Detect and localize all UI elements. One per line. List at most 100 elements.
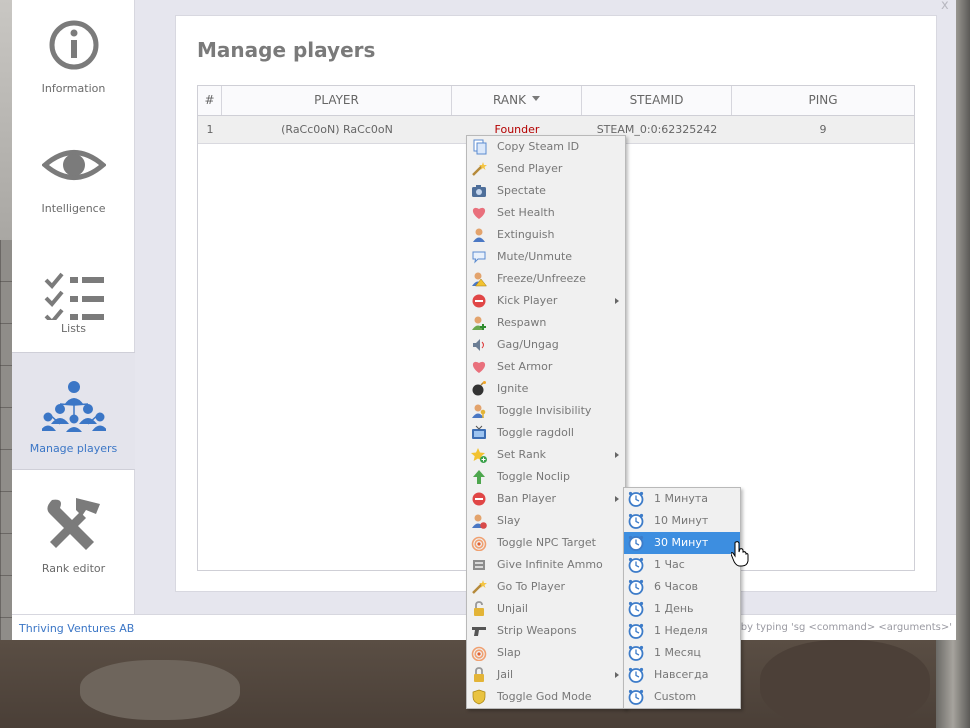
sidebar-item-label: Manage players — [29, 442, 118, 455]
clock-icon — [628, 535, 644, 551]
menu-item-label: 10 Минут — [654, 514, 709, 527]
sidebar-item-rank-editor[interactable]: Rank editor — [12, 472, 135, 590]
ban-duration-item[interactable]: 30 Минут — [624, 532, 740, 554]
context-menu-item[interactable]: Slap — [467, 642, 625, 664]
rss-icon — [471, 646, 487, 661]
context-menu-item[interactable]: Freeze/Unfreeze — [467, 268, 625, 290]
column-header-steamid[interactable]: STEAMID — [582, 86, 732, 115]
context-menu-item[interactable]: Go To Player — [467, 576, 625, 598]
sidebar-item-information[interactable]: Information — [12, 0, 135, 118]
context-menu-item[interactable]: Kick Player — [467, 290, 625, 312]
context-menu-item[interactable]: Toggle Noclip — [467, 466, 625, 488]
sidebar-item-lists[interactable]: Lists — [12, 236, 135, 354]
context-menu-item[interactable]: Extinguish — [467, 224, 625, 246]
heart-icon — [472, 207, 486, 219]
menu-item-label: 1 Час — [654, 558, 685, 571]
context-menu-item[interactable]: Jail — [467, 664, 625, 686]
context-menu-item[interactable]: Toggle NPC Target — [467, 532, 625, 554]
speaker-icon — [473, 339, 484, 351]
menu-item-label: Gag/Ungag — [497, 338, 559, 351]
context-menu-item[interactable]: Gag/Ungag — [467, 334, 625, 356]
context-menu-item[interactable]: Copy Steam ID — [467, 136, 625, 158]
column-header-label: PING — [808, 93, 838, 107]
context-menu-item[interactable]: Mute/Unmute — [467, 246, 625, 268]
menu-item-label: Toggle Noclip — [497, 470, 570, 483]
menu-item-label: Copy Steam ID — [497, 140, 580, 153]
background-rubble — [80, 660, 240, 720]
ban-duration-item[interactable]: Custom — [624, 686, 740, 708]
column-header-number[interactable]: # — [198, 86, 222, 115]
copy-icon — [473, 139, 487, 155]
ban-duration-item[interactable]: 1 День — [624, 598, 740, 620]
column-header-label: STEAMID — [629, 93, 684, 107]
context-menu-item[interactable]: Give Infinite Ammo — [467, 554, 625, 576]
column-header-rank[interactable]: RANK — [452, 86, 582, 115]
wand-icon — [472, 580, 487, 594]
clock-icon — [628, 623, 644, 639]
ban-duration-item[interactable]: 6 Часов — [624, 576, 740, 598]
context-menu-item[interactable]: Toggle ragdoll — [467, 422, 625, 444]
sidebar: Information Intelligence Lists Manage pl… — [12, 0, 135, 614]
ban-duration-item[interactable]: 10 Минут — [624, 510, 740, 532]
context-menu-item[interactable]: Respawn — [467, 312, 625, 334]
clock-icon — [628, 579, 644, 595]
page-title: Manage players — [197, 38, 376, 62]
rss-icon — [471, 536, 487, 551]
shield-icon — [472, 689, 486, 705]
ban-duration-item[interactable]: Навсегда — [624, 664, 740, 686]
sidebar-item-label: Intelligence — [41, 202, 106, 215]
sidebar-item-label: Information — [41, 82, 106, 95]
context-menu-item[interactable]: Unjail — [467, 598, 625, 620]
user-icon — [473, 228, 485, 242]
ban-duration-item[interactable]: 1 Неделя — [624, 620, 740, 642]
context-menu-item[interactable]: Spectate — [467, 180, 625, 202]
context-menu-item[interactable]: Ignite — [467, 378, 625, 400]
menu-item-label: Set Health — [497, 206, 555, 219]
user-delete-icon — [472, 514, 487, 529]
sidebar-item-intelligence[interactable]: Intelligence — [12, 118, 135, 236]
menu-item-label: Custom — [654, 690, 697, 703]
ban-duration-item[interactable]: 1 Месяц — [624, 642, 740, 664]
column-header-label: RANK — [493, 93, 526, 107]
close-button[interactable]: x — [941, 0, 949, 13]
menu-item-label: Unjail — [497, 602, 528, 615]
context-menu-item[interactable]: Slay — [467, 510, 625, 532]
hand-cursor-icon — [731, 541, 749, 567]
unlock-icon — [474, 601, 484, 616]
column-header-player[interactable]: PLAYER — [222, 86, 452, 115]
table-header: # PLAYER RANK STEAMID PING — [198, 86, 914, 116]
context-menu-item[interactable]: Set Rank — [467, 444, 625, 466]
menu-item-label: Slap — [497, 646, 521, 659]
camera-icon — [472, 185, 486, 197]
context-menu-item[interactable]: Set Health — [467, 202, 625, 224]
info-icon — [49, 20, 99, 70]
company-link[interactable]: Thriving Ventures AB — [19, 622, 134, 635]
sidebar-item-manage-players[interactable]: Manage players — [12, 352, 135, 470]
context-menu-item[interactable]: Toggle Invisibility — [467, 400, 625, 422]
cell-ping: 9 — [819, 123, 827, 136]
tv-icon — [472, 425, 486, 439]
menu-item-label: Jail — [497, 668, 514, 681]
clock-icon — [628, 667, 644, 683]
menu-item-label: Навсегда — [654, 668, 709, 681]
menu-item-label: Give Infinite Ammo — [497, 558, 603, 571]
menu-item-label: Freeze/Unfreeze — [497, 272, 586, 285]
ban-duration-item[interactable]: 1 Минута — [624, 488, 740, 510]
cell-player: (RaCc0oN) RaCc0oN — [281, 123, 393, 136]
ban-duration-submenu: 1 Минута 10 Минут 30 Минут 1 Час 6 Часов 1 Де… — [623, 487, 741, 709]
submenu-arrow-icon — [615, 452, 619, 458]
context-menu-item[interactable]: Set Armor — [467, 356, 625, 378]
ban-duration-item[interactable]: 1 Час — [624, 554, 740, 576]
context-menu-item[interactable]: Send Player — [467, 158, 625, 180]
column-header-label: # — [204, 93, 215, 107]
context-menu-item[interactable]: Strip Weapons — [467, 620, 625, 642]
menu-item-label: Go To Player — [497, 580, 566, 593]
column-header-label: PLAYER — [314, 93, 359, 107]
context-menu-item[interactable]: Ban Player — [467, 488, 625, 510]
context-menu-item[interactable]: Toggle God Mode — [467, 686, 625, 708]
column-header-ping[interactable]: PING — [732, 86, 914, 115]
submenu-arrow-icon — [615, 298, 619, 304]
checklist-icon — [44, 272, 104, 320]
clock-icon — [628, 601, 644, 617]
arrow-up-icon — [473, 470, 485, 484]
